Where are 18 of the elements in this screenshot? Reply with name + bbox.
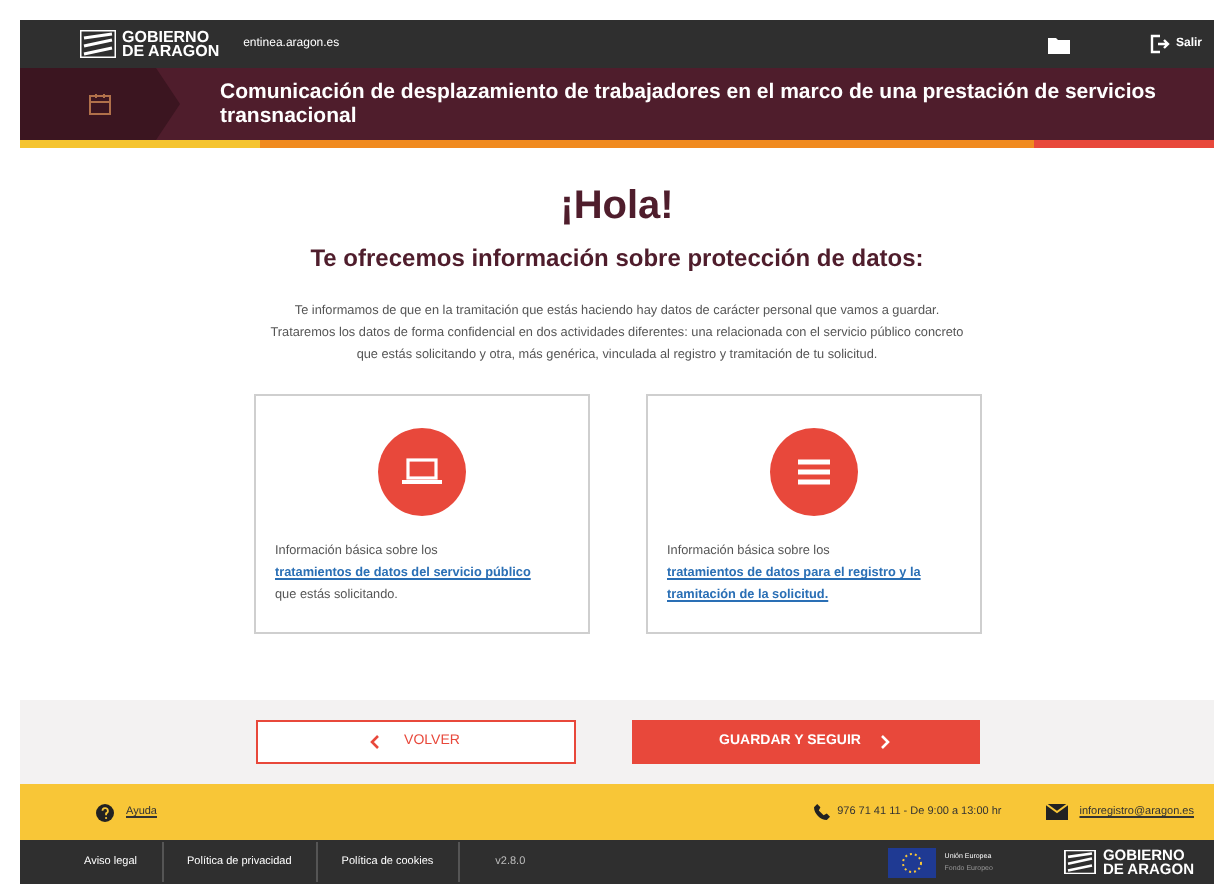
chevron-right-icon: [880, 734, 891, 750]
phone-icon: [813, 804, 830, 820]
logout-icon: [1149, 34, 1170, 54]
help-icon: [96, 803, 114, 821]
list-icon: [797, 458, 829, 486]
logo-text: DE ARAGON: [122, 44, 220, 58]
folder-icon[interactable]: [1047, 35, 1070, 53]
laptop-icon: [401, 458, 441, 486]
procedure-title: Comunicación de desplazamiento de trabajadores en el marco de una prestación de servicios transnacional: [220, 80, 1158, 128]
logo-stripes-icon: [1064, 850, 1097, 874]
greeting-heading: ¡Hola!: [560, 182, 674, 232]
subtitle: Te ofrecemos información sobre protección de datos:: [310, 242, 924, 276]
envelope-icon: [1045, 804, 1068, 820]
eu-flag-icon: [888, 847, 937, 877]
calendar-icon: [88, 92, 112, 116]
logo-text: GOBIERNO: [122, 30, 210, 44]
chevron-left-icon: [370, 734, 381, 750]
logo-stripes-icon: [80, 30, 116, 58]
